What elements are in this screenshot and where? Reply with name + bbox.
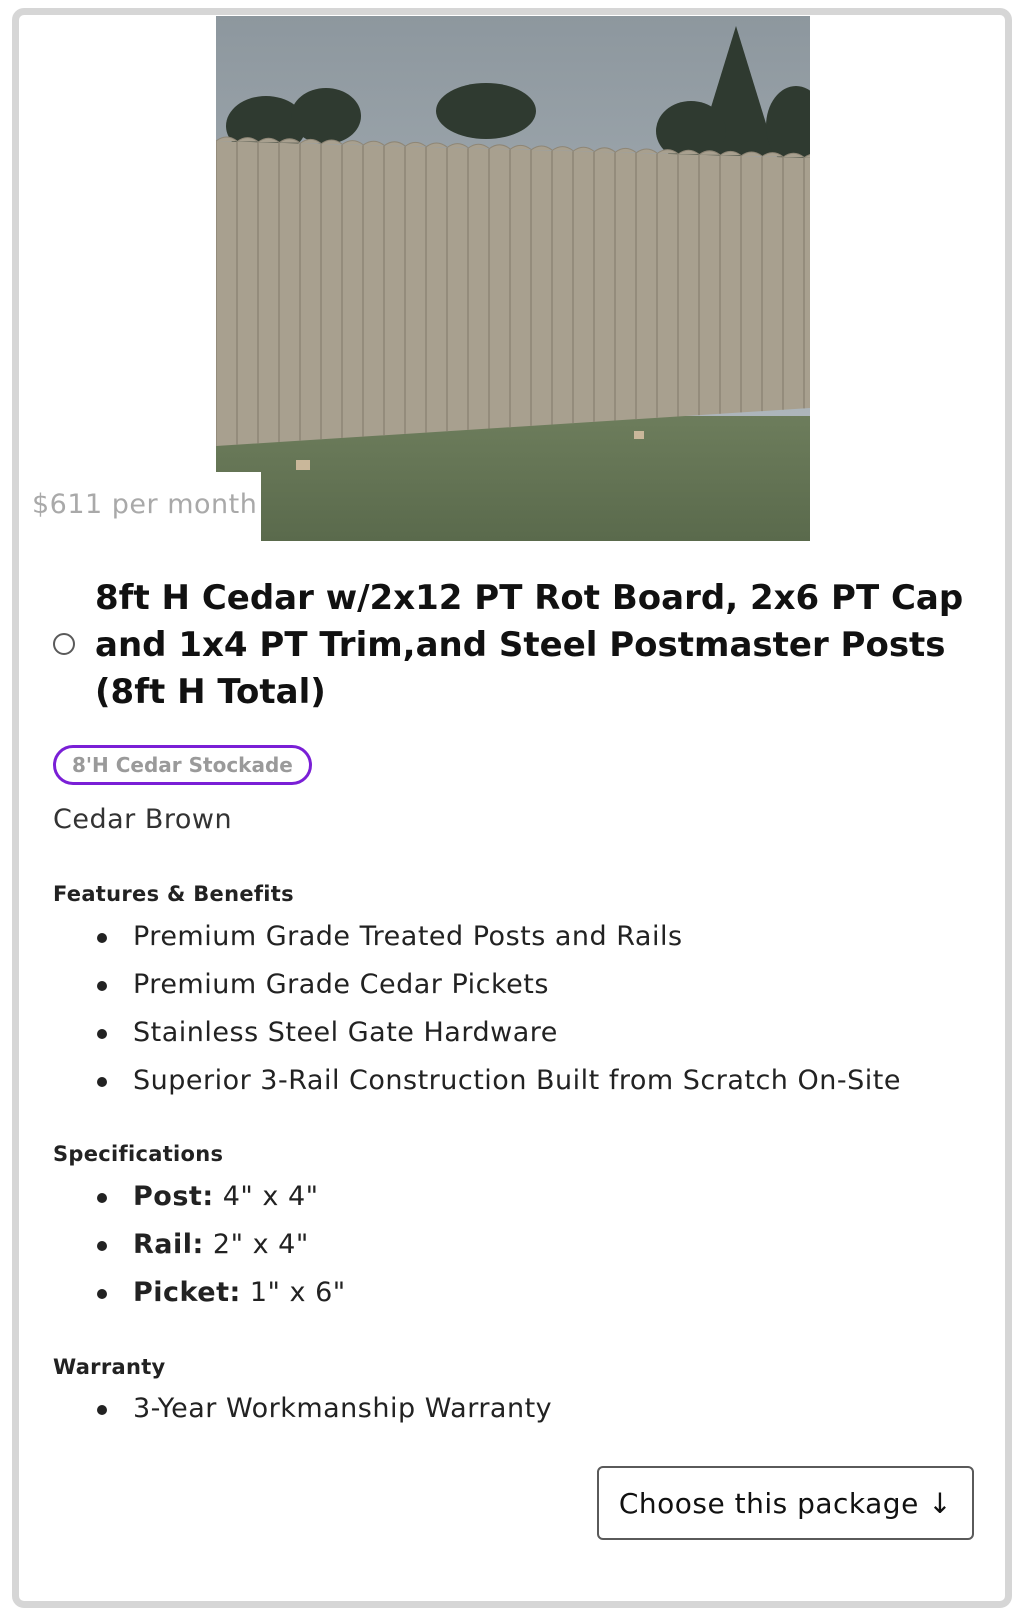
list-item: Rail: 2" x 4"	[53, 1221, 346, 1269]
bullet-icon	[97, 1405, 107, 1415]
list-item: Stainless Steel Gate Hardware	[53, 1009, 901, 1057]
color-name: Cedar Brown	[53, 804, 233, 835]
specifications-heading: Specifications	[53, 1142, 224, 1166]
spec-key: Picket:	[133, 1277, 241, 1308]
choose-package-button[interactable]: Choose this package ↓	[597, 1466, 974, 1540]
specifications-list: Post: 4" x 4" Rail: 2" x 4" Picket: 1" x…	[53, 1173, 346, 1317]
features-list: Premium Grade Treated Posts and Rails Pr…	[53, 913, 901, 1105]
spec-value: 1" x 6"	[240, 1277, 346, 1308]
monthly-price: $611 per month	[32, 489, 258, 520]
spec-value: 2" x 4"	[203, 1229, 309, 1260]
list-item: Picket: 1" x 6"	[53, 1269, 346, 1317]
style-badge: 8'H Cedar Stockade	[53, 745, 312, 785]
list-item: Premium Grade Cedar Pickets	[53, 961, 901, 1009]
bullet-icon	[97, 1241, 107, 1251]
bullet-icon	[97, 1077, 107, 1087]
fence-product-image	[216, 16, 810, 541]
spec-key: Rail:	[133, 1229, 204, 1260]
package-select-radio[interactable]	[53, 633, 75, 655]
list-item: Superior 3-Rail Construction Built from …	[53, 1057, 901, 1105]
package-title: 8ft H Cedar w/2x12 PT Rot Board, 2x6 PT …	[95, 578, 964, 712]
bullet-icon	[97, 981, 107, 991]
list-item: Premium Grade Treated Posts and Rails	[53, 913, 901, 961]
bullet-icon	[97, 1193, 107, 1203]
list-item: Post: 4" x 4"	[53, 1173, 346, 1221]
list-item: 3-Year Workmanship Warranty	[53, 1385, 552, 1433]
spec-key: Post:	[133, 1181, 214, 1212]
warranty-list: 3-Year Workmanship Warranty	[53, 1385, 552, 1433]
spec-value: 4" x 4"	[213, 1181, 319, 1212]
bullet-icon	[97, 1029, 107, 1039]
bullet-icon	[97, 1289, 107, 1299]
features-heading: Features & Benefits	[53, 882, 294, 906]
warranty-heading: Warranty	[53, 1355, 166, 1379]
bullet-icon	[97, 933, 107, 943]
